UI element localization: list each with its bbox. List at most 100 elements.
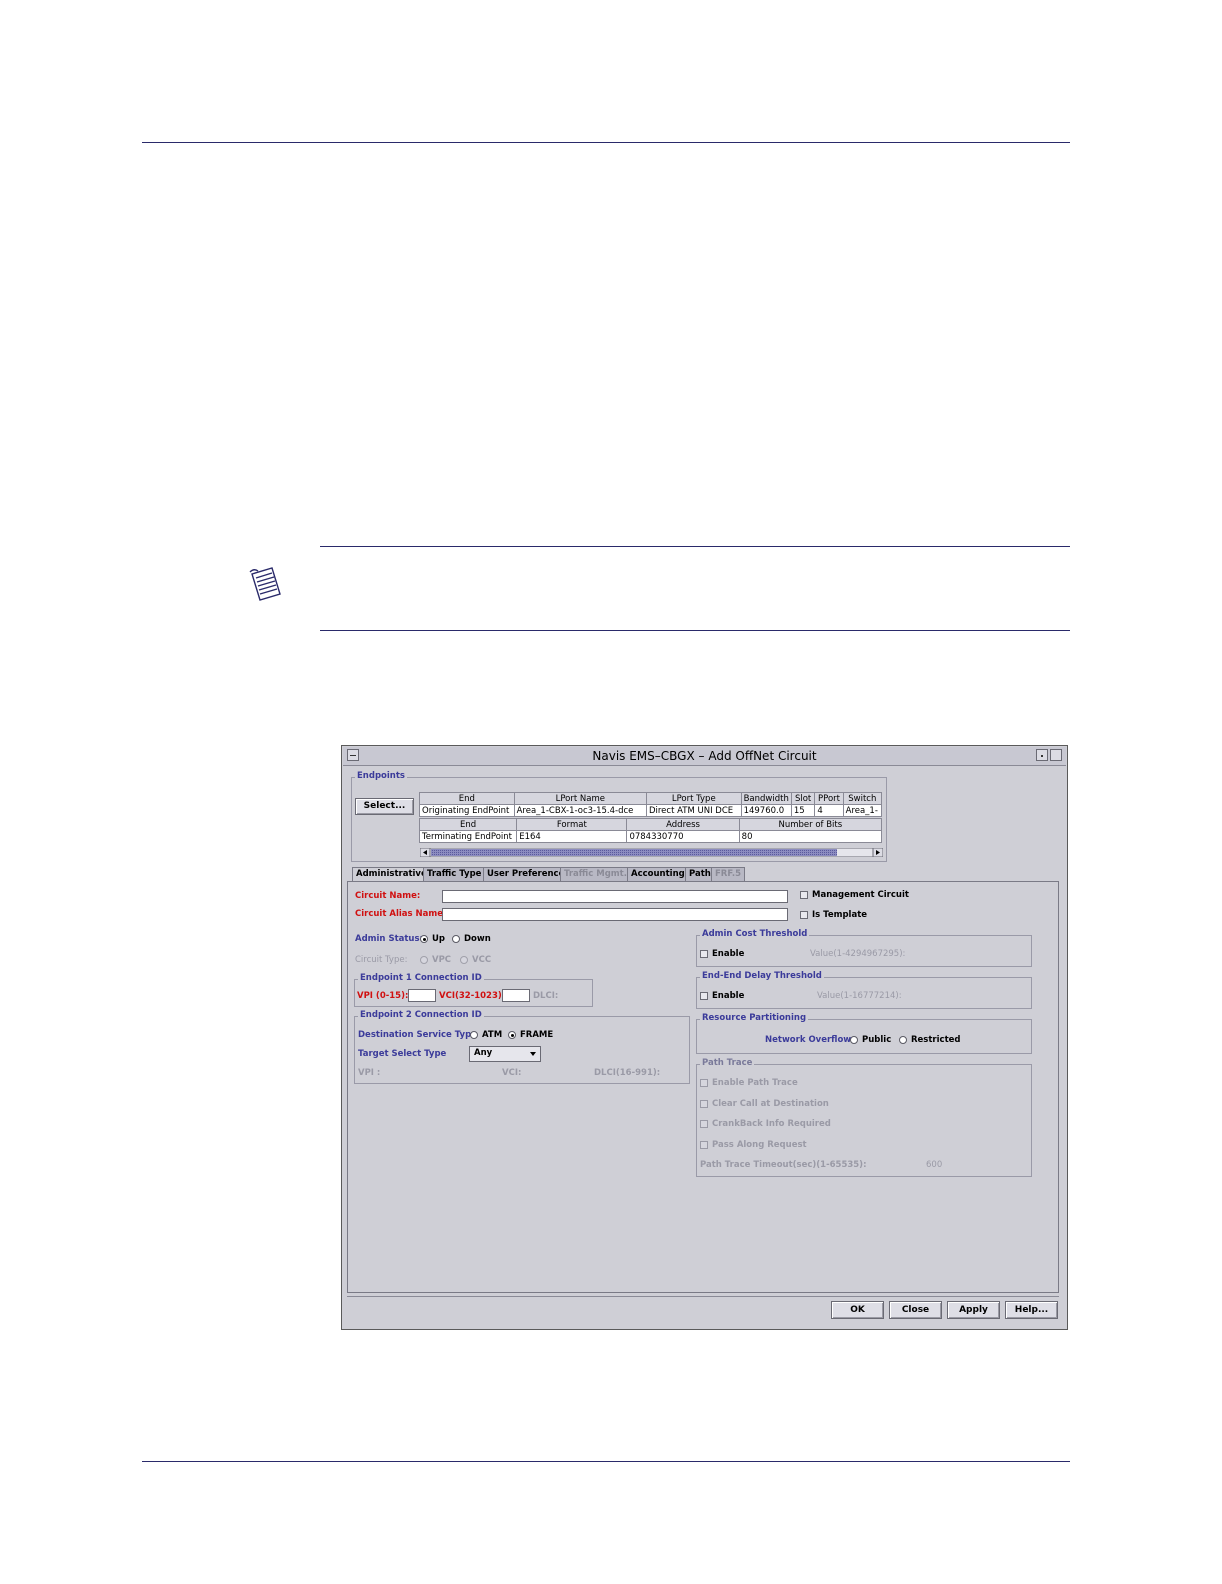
col-format[interactable]: Format [516,818,628,831]
header-rule [142,142,1070,143]
target-select-type-dropdown[interactable]: Any [469,1046,541,1062]
tab-accounting[interactable]: Accounting [627,867,689,881]
clear-call-label: Clear Call at Destination [712,1099,829,1109]
is-template-label: Is Template [812,910,868,920]
cell-end: Terminating EndPoint [418,830,518,843]
dest-atm-radio[interactable] [470,1031,478,1039]
resource-partitioning-label: Resource Partitioning [700,1013,809,1023]
target-select-type-label: Target Select Type [358,1049,447,1059]
vpi-label: VPI (0-15): [357,991,409,1001]
maximize-button[interactable] [1050,749,1062,761]
circuit-type-vpc-radio[interactable] [420,956,428,964]
circuit-type-label: Circuit Type: [355,955,408,965]
cell-pport: 4 [814,804,844,817]
col-end[interactable]: End [418,818,518,831]
table-row[interactable]: Terminating EndPoint E164 0784330770 80 [418,830,883,843]
cell-end: Originating EndPoint [419,804,515,817]
admin-status-up-radio[interactable] [420,935,428,943]
admin-cost-enable-label: Enable [712,949,745,959]
path-trace-label: Path Trace [700,1058,755,1068]
pass-along-checkbox[interactable] [700,1141,708,1149]
circuit-alias-input[interactable] [442,908,788,921]
col-lport-type[interactable]: LPort Type [645,792,742,805]
col-number-of-bits[interactable]: Number of Bits [738,818,883,831]
vci-input[interactable] [502,989,530,1002]
admin-cost-threshold-label: Admin Cost Threshold [700,929,810,939]
circuit-alias-label: Circuit Alias Name: [355,909,447,919]
col-end[interactable]: End [419,792,515,805]
crankback-checkbox[interactable] [700,1120,708,1128]
path-trace-timeout-value[interactable]: 600 [926,1160,942,1170]
management-circuit-checkbox[interactable] [800,891,808,899]
close-button[interactable]: Close [889,1301,942,1319]
tab-administrative[interactable]: Administrative [352,867,431,882]
minimize-button[interactable] [1036,749,1048,761]
circuit-type-vcc-radio[interactable] [460,956,468,964]
col-bandwidth[interactable]: Bandwidth [740,792,792,805]
col-lport-name[interactable]: LPort Name [513,792,647,805]
ep2-vci-label: VCI: [502,1068,522,1078]
overflow-restricted-radio[interactable] [899,1036,907,1044]
delay-enable-label: Enable [712,991,745,1001]
cell-lport-name: Area_1-CBX-1-oc3-15.4-dce [513,804,647,817]
enable-path-trace-label: Enable Path Trace [712,1078,798,1088]
ep2-vpi-label: VPI : [358,1068,381,1078]
cell-address: 0784330770 [626,830,740,843]
endpoint1-connection-label: Endpoint 1 Connection ID [358,973,484,983]
cell-lport-type: Direct ATM UNI DCE [645,804,742,817]
col-pport[interactable]: PPort [814,792,844,805]
overflow-public-radio[interactable] [850,1036,858,1044]
admin-status-up-label: Up [432,934,445,944]
tab-traffic-mgmt[interactable]: Traffic Mgmt. [560,867,631,881]
dlci-label: DLCI: [533,991,559,1001]
vpi-input[interactable] [408,989,436,1002]
button-bar-separator [347,1296,1059,1297]
cell-number-of-bits: 80 [738,830,883,843]
admin-cost-enable-checkbox[interactable] [700,950,708,958]
destination-service-type-label: Destination Service Type [358,1030,477,1040]
tab-user-preference[interactable]: User Preference [483,867,569,881]
end-end-delay-label: End-End Delay Threshold [700,971,824,981]
overflow-restricted-label: Restricted [911,1035,961,1045]
vci-label: VCI(32-1023): [439,991,506,1001]
circuit-name-input[interactable] [442,890,788,903]
delay-value-label: Value(1-16777214): [817,991,902,1001]
col-address[interactable]: Address [626,818,740,831]
col-slot[interactable]: Slot [790,792,816,805]
circuit-name-label: Circuit Name: [355,891,421,901]
table-row[interactable]: Originating EndPoint Area_1-CBX-1-oc3-15… [419,804,883,817]
admin-status-label: Admin Status: [355,934,423,944]
select-endpoint-button[interactable]: Select... [355,798,414,815]
horizontal-scrollbar[interactable] [420,848,883,857]
cell-switch: Area_1- [842,804,883,817]
cell-bandwidth: 149760.0 [740,804,792,817]
footer-rule [142,1461,1070,1462]
admin-status-down-radio[interactable] [452,935,460,943]
apply-button[interactable]: Apply [947,1301,1000,1319]
circuit-type-vpc-label: VPC [432,955,452,965]
path-trace-timeout-label: Path Trace Timeout(sec)(1-65535): [700,1160,867,1170]
enable-path-trace-checkbox[interactable] [700,1079,708,1087]
admin-status-down-label: Down [464,934,491,944]
dest-atm-label: ATM [482,1030,503,1040]
originating-endpoint-table: End LPort Name LPort Type Bandwidth Slot… [419,792,883,817]
title-bar: Navis EMS–CBGX – Add OffNet Circuit [343,747,1066,766]
chevron-down-icon [530,1052,536,1056]
circuit-type-vcc-label: VCC [472,955,492,965]
help-button[interactable]: Help... [1005,1301,1058,1319]
col-switch[interactable]: Switch [842,792,883,805]
admin-cost-value-label: Value(1-4294967295): [810,949,906,959]
dest-frame-radio[interactable] [508,1031,516,1039]
ep2-dlci-label: DLCI(16-991): [594,1068,661,1078]
tab-traffic-type[interactable]: Traffic Type [423,867,486,881]
is-template-checkbox[interactable] [800,911,808,919]
crankback-label: CrankBack Info Required [712,1119,831,1129]
target-select-type-value: Any [474,1048,493,1058]
tab-frf5[interactable]: FRF.5 [711,867,746,881]
cell-slot: 15 [790,804,816,817]
note-top-rule [320,546,1070,547]
overflow-public-label: Public [862,1035,892,1045]
clear-call-checkbox[interactable] [700,1100,708,1108]
delay-enable-checkbox[interactable] [700,992,708,1000]
ok-button[interactable]: OK [831,1301,884,1319]
